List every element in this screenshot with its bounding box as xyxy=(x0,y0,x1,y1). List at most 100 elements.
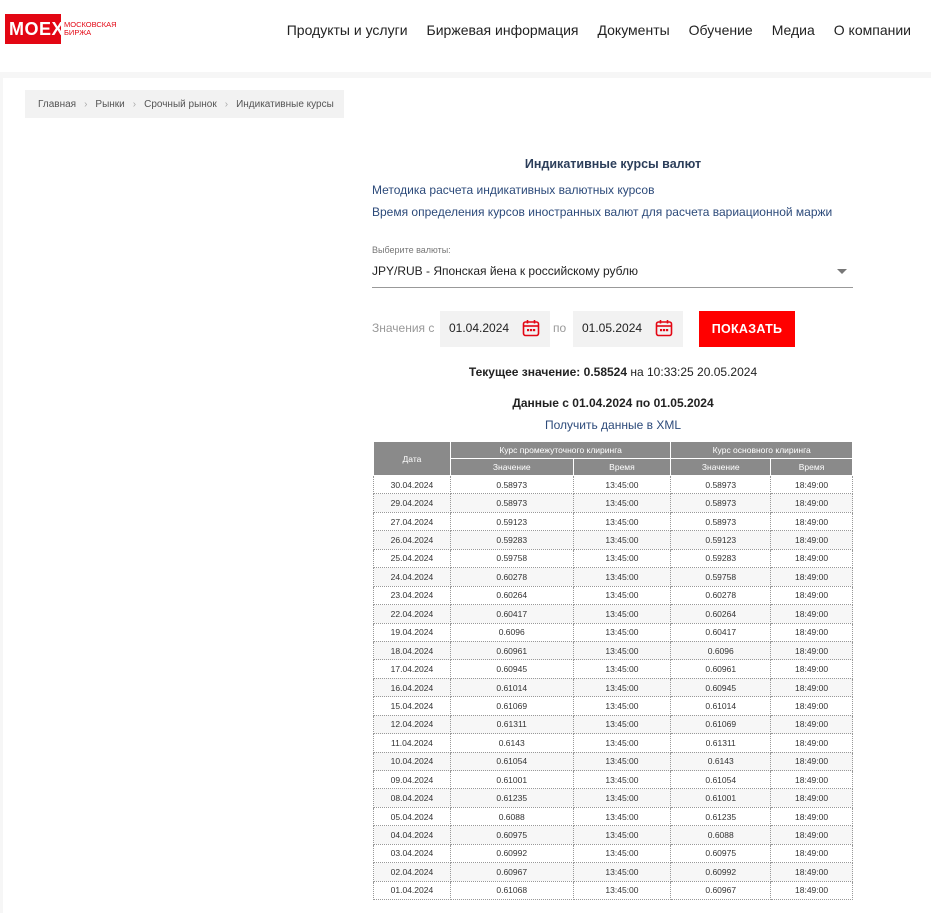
cell-date: 05.04.2024 xyxy=(373,807,451,827)
cell-main-value: 0.60264 xyxy=(670,604,772,624)
cell-date: 09.04.2024 xyxy=(373,770,451,790)
logo-subtitle: Московская биржа xyxy=(64,20,117,37)
breadcrumb-home[interactable]: Главная xyxy=(38,99,76,110)
cell-main-value: 0.61054 xyxy=(670,770,772,790)
table-row: 15.04.2024 0.61069 13:45:00 0.61014 18:49:00 xyxy=(373,696,853,716)
cell-main-value: 0.60967 xyxy=(670,881,772,901)
cell-main-value: 0.61235 xyxy=(670,807,772,827)
cell-intermediate-time: 13:45:00 xyxy=(573,678,672,698)
nav-media[interactable]: Медиа xyxy=(772,22,815,38)
col-intermediate-time-header[interactable]: Время xyxy=(572,458,672,476)
date-to-input[interactable]: 01.05.2024 xyxy=(573,311,683,347)
cell-intermediate-value: 0.60992 xyxy=(450,844,574,864)
table-row: 29.04.2024 0.58973 13:45:00 0.58973 18:49:00 xyxy=(373,493,853,513)
chevron-right-icon: › xyxy=(84,98,88,110)
cell-intermediate-value: 0.61001 xyxy=(450,770,574,790)
cell-intermediate-time: 13:45:00 xyxy=(573,493,672,513)
nav-products[interactable]: Продукты и услуги xyxy=(287,22,408,38)
group-main-header: Курс основного клиринга xyxy=(670,441,853,459)
cell-main-time: 18:49:00 xyxy=(770,788,853,808)
cell-main-time: 18:49:00 xyxy=(770,807,853,827)
cell-main-time: 18:49:00 xyxy=(770,475,853,495)
nav-education[interactable]: Обучение xyxy=(689,22,753,38)
cell-main-time: 18:49:00 xyxy=(770,604,853,624)
cell-intermediate-value: 0.6088 xyxy=(450,807,574,827)
table-row: 22.04.2024 0.60417 13:45:00 0.60264 18:49:00 xyxy=(373,604,853,624)
cell-main-value: 0.60417 xyxy=(670,623,772,642)
cell-main-value: 0.61311 xyxy=(670,733,772,753)
cell-intermediate-value: 0.61054 xyxy=(450,752,574,772)
cell-main-time: 18:49:00 xyxy=(770,881,853,901)
cell-main-time: 18:49:00 xyxy=(770,733,853,753)
cell-date: 19.04.2024 xyxy=(373,623,451,642)
time-definition-link[interactable]: Время определения курсов иностранных вал… xyxy=(372,205,832,219)
cell-main-time: 18:49:00 xyxy=(770,659,853,679)
cell-date: 22.04.2024 xyxy=(373,604,451,624)
cell-date: 24.04.2024 xyxy=(373,567,451,587)
cell-main-value: 0.6096 xyxy=(670,641,772,661)
cell-main-value: 0.59123 xyxy=(670,530,772,550)
xml-download-link[interactable]: Получить данные в XML xyxy=(373,418,853,432)
cell-date: 18.04.2024 xyxy=(373,641,451,661)
cell-intermediate-value: 0.60945 xyxy=(450,659,574,679)
cell-main-value: 0.60992 xyxy=(670,862,772,882)
calendar-icon[interactable] xyxy=(522,319,540,337)
col-intermediate-value-header[interactable]: Значение xyxy=(449,458,574,476)
table-row: 23.04.2024 0.60264 13:45:00 0.60278 18:49:00 xyxy=(373,586,853,606)
cell-intermediate-value: 0.60961 xyxy=(450,641,574,661)
cell-date: 08.04.2024 xyxy=(373,788,451,808)
chevron-right-icon: › xyxy=(132,98,137,110)
table-row: 19.04.2024 0.6096 13:45:00 0.60417 18:49:00 xyxy=(373,623,853,642)
cell-main-time: 18:49:00 xyxy=(770,623,853,642)
cell-main-time: 18:49:00 xyxy=(770,567,853,587)
moex-logo[interactable]: MOEX Московская биржа xyxy=(5,14,124,44)
cell-main-time: 18:49:00 xyxy=(770,844,853,864)
cell-intermediate-value: 0.61068 xyxy=(450,881,574,901)
cell-main-time: 18:49:00 xyxy=(770,696,853,716)
table-row: 16.04.2024 0.61014 13:45:00 0.60945 18:49:00 xyxy=(373,678,853,698)
current-value-timestamp: на 10:33:25 20.05.2024 xyxy=(630,365,758,379)
cell-main-value: 0.59758 xyxy=(670,567,772,587)
nav-exchange-info[interactable]: Биржевая информация xyxy=(427,22,579,38)
show-button[interactable]: ПОКАЗАТЬ xyxy=(699,311,795,347)
currency-select-value: JPY/RUB - Японская йена к российскому ру… xyxy=(372,264,638,278)
cell-intermediate-value: 0.60975 xyxy=(450,825,574,845)
date-from-input[interactable]: 01.04.2024 xyxy=(440,311,550,347)
cell-intermediate-value: 0.61311 xyxy=(450,715,574,735)
cell-intermediate-value: 0.60278 xyxy=(450,567,574,587)
nav-about[interactable]: О компании xyxy=(834,22,911,38)
cell-intermediate-value: 0.59283 xyxy=(450,530,574,550)
cell-date: 23.04.2024 xyxy=(373,586,451,606)
cell-intermediate-time: 13:45:00 xyxy=(573,696,672,716)
nav-documents[interactable]: Документы xyxy=(598,22,670,38)
table-row: 03.04.2024 0.60992 13:45:00 0.60975 18:49:00 xyxy=(373,844,853,864)
col-main-time-header[interactable]: Время xyxy=(770,458,853,476)
cell-date: 16.04.2024 xyxy=(373,678,451,698)
table-row: 24.04.2024 0.60278 13:45:00 0.59758 18:49:00 xyxy=(373,567,853,587)
currency-select[interactable]: JPY/RUB - Японская йена к российскому ру… xyxy=(372,258,853,288)
table-row: 25.04.2024 0.59758 13:45:00 0.59283 18:49:00 xyxy=(373,549,853,569)
breadcrumb-derivatives[interactable]: Срочный рынок xyxy=(144,99,217,110)
cell-main-time: 18:49:00 xyxy=(770,715,853,735)
date-to-value: 01.05.2024 xyxy=(582,321,643,335)
col-date-header[interactable]: Дата xyxy=(373,441,451,476)
cell-main-time: 18:49:00 xyxy=(770,862,853,882)
breadcrumb-markets[interactable]: Рынки xyxy=(95,99,124,110)
cell-main-value: 0.60961 xyxy=(670,659,772,679)
cell-main-time: 18:49:00 xyxy=(770,586,853,606)
cell-main-time: 18:49:00 xyxy=(770,512,853,532)
cell-intermediate-time: 13:45:00 xyxy=(573,586,672,606)
page-title: Индикативные курсы валют xyxy=(524,157,702,171)
cell-intermediate-time: 13:45:00 xyxy=(573,623,672,642)
method-link[interactable]: Методика расчета индикативных валютных к… xyxy=(372,183,654,197)
calendar-icon[interactable] xyxy=(655,319,673,337)
cell-intermediate-time: 13:45:00 xyxy=(573,659,672,679)
col-main-value-header[interactable]: Значение xyxy=(670,458,772,476)
cell-date: 17.04.2024 xyxy=(373,659,451,679)
cell-intermediate-time: 13:45:00 xyxy=(573,788,672,808)
breadcrumb-current: Индикативные курсы xyxy=(236,98,334,110)
range-title: Данные с 01.04.2024 по 01.05.2024 xyxy=(512,396,714,410)
cell-main-value: 0.58973 xyxy=(670,493,772,513)
cell-intermediate-value: 0.61069 xyxy=(450,696,574,716)
table-row: 02.04.2024 0.60967 13:45:00 0.60992 18:49:00 xyxy=(373,862,853,882)
